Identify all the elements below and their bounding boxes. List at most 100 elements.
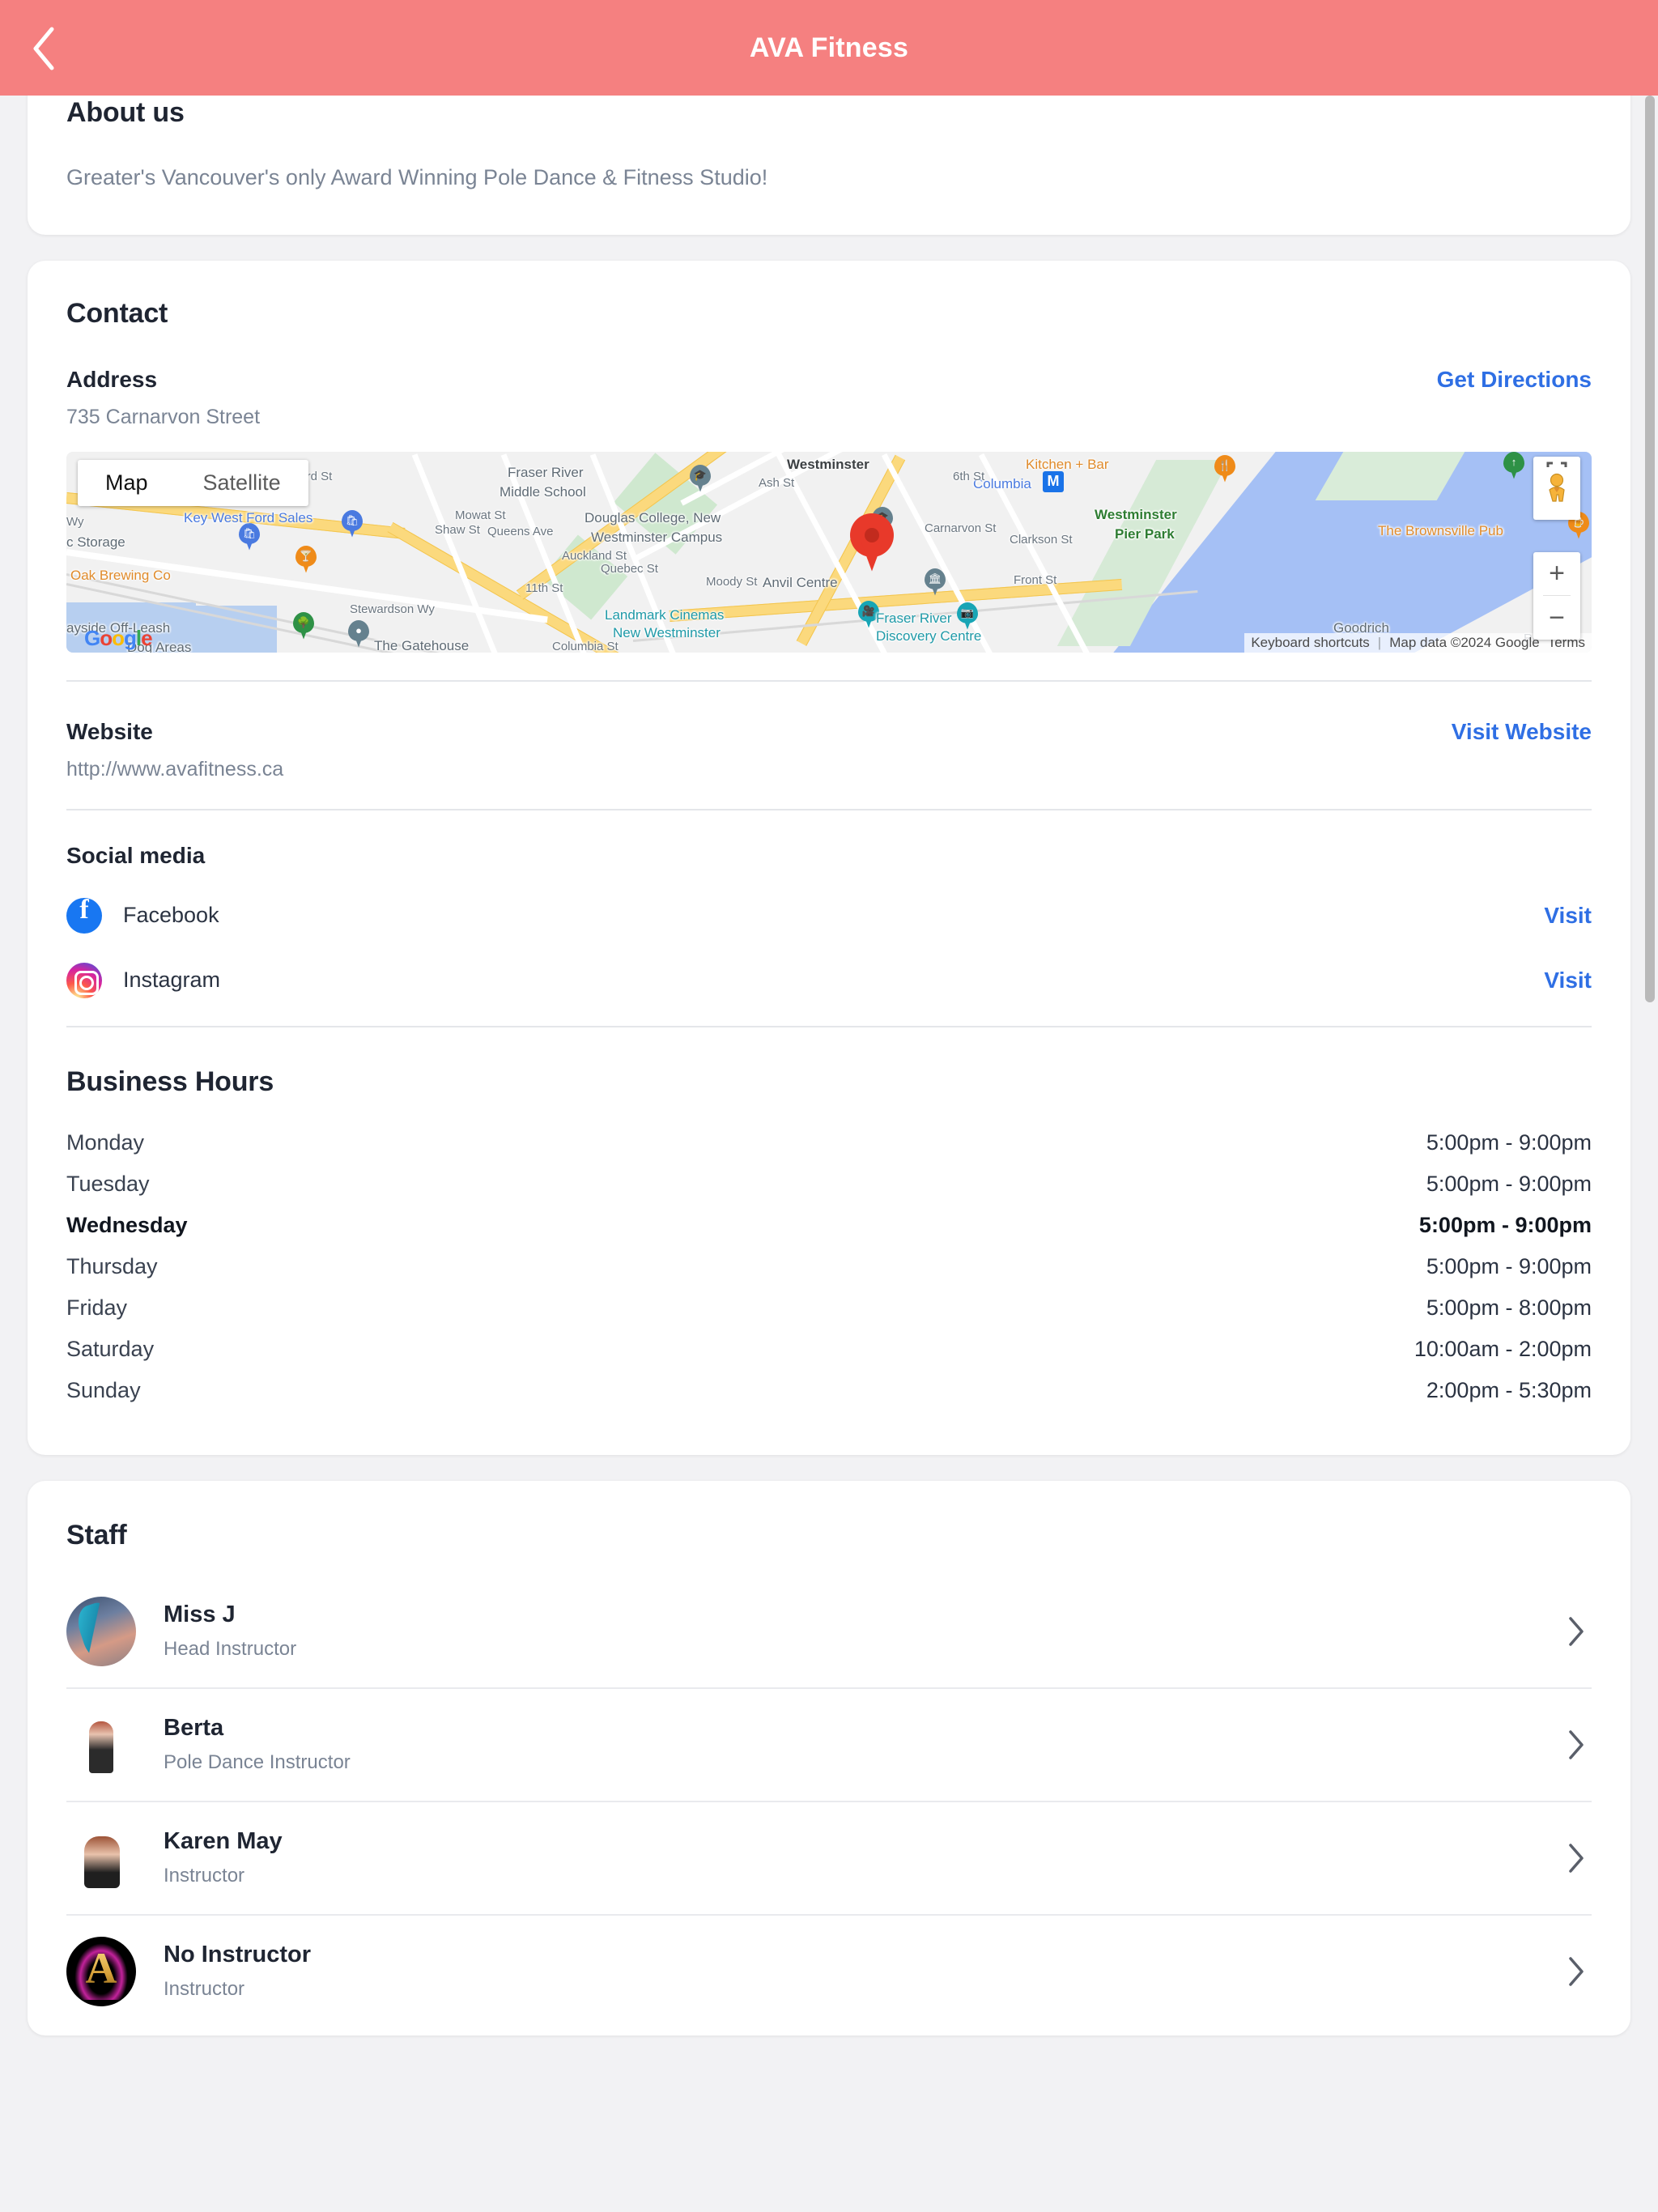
app-root: AVA Fitness About us Greater's Vancouver…	[0, 0, 1658, 2212]
social-media-title: Social media	[66, 842, 206, 868]
map-label: Front St	[1014, 572, 1057, 587]
business-hours-day: Monday	[66, 1129, 145, 1155]
business-hours-time: 5:00pm - 8:00pm	[1426, 1295, 1592, 1320]
map-label: Carnarvon St	[925, 521, 997, 535]
chevron-right-icon[interactable]	[1559, 1955, 1592, 1988]
scroll-container[interactable]: About us Greater's Vancouver's only Awar…	[0, 58, 1658, 2212]
map-label: Kitchen + Bar	[1026, 456, 1109, 472]
map-label: Westminster	[1095, 506, 1177, 522]
page-title: AVA Fitness	[749, 32, 909, 63]
map-label: Clarkson St	[1010, 532, 1073, 547]
chevron-left-icon	[33, 27, 54, 70]
map-pin-park: 🌳	[293, 611, 314, 640]
business-hours-day: Friday	[66, 1295, 128, 1320]
map-tab-map[interactable]: Map	[78, 460, 176, 506]
instagram-icon	[66, 962, 102, 998]
business-hours-row: Tuesday 5:00pm - 9:00pm	[66, 1163, 1592, 1205]
map-zoom-controls[interactable]: + −	[1533, 551, 1580, 640]
get-directions-link[interactable]: Get Directions	[1437, 367, 1592, 393]
visit-website-link[interactable]: Visit Website	[1452, 719, 1592, 745]
map-label: Quebec St	[601, 561, 658, 576]
map-label: Columbia St	[552, 639, 619, 653]
chevron-right-icon[interactable]	[1559, 1842, 1592, 1874]
app-header: AVA Fitness	[0, 0, 1658, 96]
map-label: Auckland St	[562, 548, 627, 563]
divider	[66, 1025, 1592, 1027]
map-zoom-out-button[interactable]: −	[1533, 596, 1580, 640]
business-hours-list: Monday 5:00pm - 9:00pm Tuesday 5:00pm - 9:0…	[66, 1122, 1592, 1411]
business-hours-day: Thursday	[66, 1253, 158, 1278]
business-hours-time: 2:00pm - 5:30pm	[1426, 1377, 1592, 1402]
facebook-visit-link[interactable]: Visit	[1544, 903, 1592, 929]
staff-card: Staff Miss J Head Instructor Berta Pole Dan…	[28, 1480, 1630, 2035]
map-label: Queens Ave	[487, 524, 554, 538]
map-pin-store: 🛍	[342, 509, 363, 538]
map-type-toggle[interactable]: Map Satellite	[78, 459, 308, 506]
divider	[66, 679, 1592, 682]
about-description: Greater's Vancouver's only Award Winning…	[66, 165, 768, 189]
instagram-visit-link[interactable]: Visit	[1544, 968, 1592, 993]
map-label: Mowat St	[455, 508, 506, 522]
business-hours-time: 5:00pm - 9:00pm	[1426, 1129, 1592, 1155]
business-hours-time: 10:00am - 2:00pm	[1414, 1336, 1592, 1361]
map-label: Wy	[66, 514, 84, 529]
business-hours-row: Saturday 10:00am - 2:00pm	[66, 1329, 1592, 1370]
business-hours-day: Saturday	[66, 1336, 155, 1361]
business-hours-day: Tuesday	[66, 1171, 150, 1196]
business-hours-time: 5:00pm - 9:00pm	[1418, 1212, 1592, 1237]
map-label: Anvil Centre	[763, 574, 838, 590]
staff-row[interactable]: Miss J Head Instructor	[66, 1576, 1592, 1689]
staff-role: Instructor	[164, 1978, 245, 2000]
business-hours-row: Sunday 2:00pm - 5:30pm	[66, 1370, 1592, 1411]
staff-name: Karen May	[164, 1828, 283, 1854]
map-label: New Westminster	[613, 624, 721, 640]
staff-row[interactable]: Berta Pole Dance Instructor	[66, 1689, 1592, 1802]
map-label: The Gatehouse	[374, 637, 470, 653]
staff-meta: Miss J Head Instructor	[164, 1602, 1559, 1661]
attribution-separator: |	[1377, 634, 1382, 650]
staff-row[interactable]: No Instructor Instructor	[66, 1916, 1592, 2027]
staff-row[interactable]: Karen May Instructor	[66, 1802, 1592, 1916]
business-hours-title: Business Hours	[66, 1066, 274, 1097]
staff-role: Head Instructor	[164, 1638, 297, 1660]
contact-card: Contact Address 735 Carnarvon Street Get…	[28, 260, 1630, 1455]
avatar-karen-may	[66, 1823, 136, 1893]
map-tab-satellite[interactable]: Satellite	[176, 460, 308, 506]
staff-role: Pole Dance Instructor	[164, 1751, 351, 1773]
staff-name: No Instructor	[164, 1942, 312, 1967]
divider	[66, 808, 1592, 810]
map-label: 11th St	[525, 581, 563, 595]
map-label: Douglas College, New	[585, 509, 721, 525]
chevron-right-icon[interactable]	[1559, 1729, 1592, 1761]
map-pin-civic: 🏛	[925, 568, 946, 596]
map-label: Shaw St	[435, 522, 480, 537]
fullscreen-button[interactable]	[1533, 457, 1580, 481]
contact-title: Contact	[66, 297, 168, 329]
map-label: Fraser River	[876, 610, 952, 626]
map-zoom-in-button[interactable]: +	[1533, 552, 1580, 596]
map-label: Discovery Centre	[876, 627, 982, 644]
vertical-scrollbar[interactable]	[1645, 96, 1655, 1002]
business-hours-time: 5:00pm - 9:00pm	[1426, 1253, 1592, 1278]
staff-meta: No Instructor Instructor	[164, 1942, 1559, 2001]
avatar-berta	[66, 1709, 136, 1780]
website-value: http://www.avafitness.ca	[66, 757, 284, 781]
staff-role: Instructor	[164, 1865, 245, 1887]
social-name: Instagram	[123, 968, 221, 992]
avatar-no-instructor	[66, 1936, 136, 2006]
social-row-instagram[interactable]: Instagram Visit	[66, 962, 1592, 998]
address-row: Address 735 Carnarvon Street Get Directi…	[66, 367, 1592, 429]
social-name: Facebook	[123, 903, 219, 927]
social-row-facebook[interactable]: Facebook Visit	[66, 895, 1592, 934]
website-label: Website	[66, 718, 153, 744]
back-button[interactable]	[18, 23, 70, 74]
chevron-right-icon[interactable]	[1559, 1615, 1592, 1648]
fullscreen-icon	[1546, 462, 1567, 467]
map-embed[interactable]: 🛍 🛍 🍸 🎓 🎓 🏛	[66, 451, 1592, 653]
map-label: Westminster	[787, 456, 869, 472]
address-value: 735 Carnarvon Street	[66, 405, 261, 428]
map-label: Ash St	[759, 475, 795, 490]
business-hours-time: 5:00pm - 9:00pm	[1426, 1171, 1592, 1196]
keyboard-shortcuts-link[interactable]: Keyboard shortcuts	[1251, 635, 1369, 651]
map-pin-green: ↑	[1503, 451, 1524, 479]
